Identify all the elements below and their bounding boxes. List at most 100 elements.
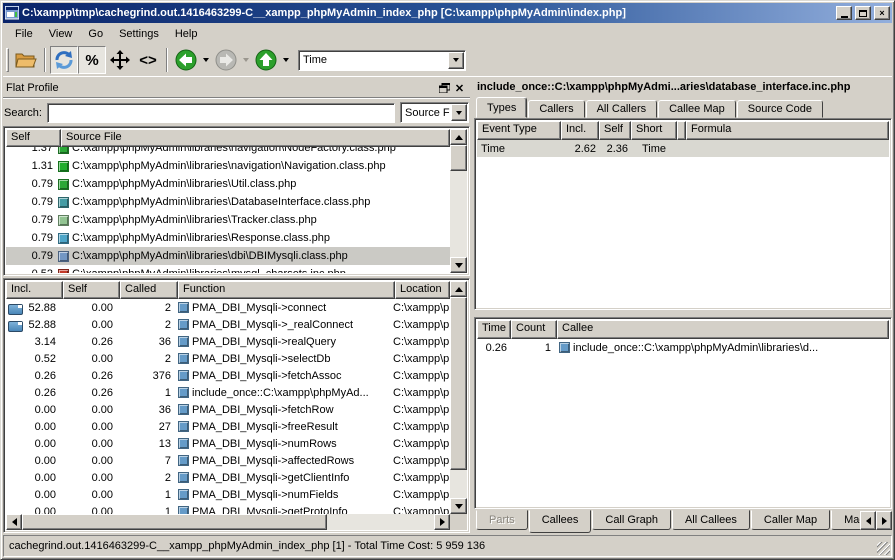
column-header-function[interactable]: Function bbox=[178, 281, 395, 299]
function-row[interactable]: 3.140.2636PMA_DBI_Mysqli->realQueryC:\xa… bbox=[6, 333, 450, 350]
function-name-cell: PMA_DBI_Mysqli->freeResult bbox=[176, 421, 393, 433]
expand-depth-button[interactable] bbox=[106, 46, 134, 74]
scroll-down-button[interactable] bbox=[450, 257, 467, 273]
column-header-incl[interactable]: Incl. bbox=[6, 281, 63, 299]
scrollbar-thumb[interactable] bbox=[22, 514, 327, 530]
scroll-down-button[interactable] bbox=[450, 498, 467, 514]
up-dropdown-arrow[interactable] bbox=[283, 58, 289, 62]
function-table-vertical-scrollbar[interactable] bbox=[450, 281, 467, 514]
float-panel-button[interactable] bbox=[437, 81, 452, 95]
menu-settings[interactable]: Settings bbox=[111, 26, 167, 42]
scroll-left-button[interactable] bbox=[6, 514, 22, 530]
tab-callers[interactable]: Callers bbox=[528, 100, 584, 118]
function-table-horizontal-scrollbar[interactable] bbox=[6, 514, 450, 530]
column-header-spacer[interactable] bbox=[677, 121, 686, 140]
function-row[interactable]: 0.000.0027PMA_DBI_Mysqli->freeResultC:\x… bbox=[6, 418, 450, 435]
column-header-short[interactable]: Short bbox=[631, 121, 677, 140]
column-header-self[interactable]: Self bbox=[599, 121, 631, 140]
function-row[interactable]: 0.000.007PMA_DBI_Mysqli->affectedRowsC:\… bbox=[6, 452, 450, 469]
source-file-row[interactable]: 0.79C:\xampp\phpMyAdmin\libraries\Util.c… bbox=[6, 175, 450, 193]
event-type-row[interactable]: Time2.622.36Time bbox=[477, 140, 889, 157]
column-header-self[interactable]: Self bbox=[6, 129, 61, 147]
title-bar[interactable]: C:\xampp\tmp\cachegrind.out.1416463299-C… bbox=[3, 3, 892, 23]
source-file-row[interactable]: 0.52C:\xampp\phpMyAdmin\libraries\mysql_… bbox=[6, 265, 450, 273]
back-button[interactable] bbox=[172, 46, 200, 74]
column-header-source-file[interactable]: Source File bbox=[61, 129, 450, 147]
menu-file[interactable]: File bbox=[7, 26, 41, 42]
tab-caller-map[interactable]: Caller Map bbox=[751, 510, 830, 530]
function-row[interactable]: 0.000.001PMA_DBI_Mysqli->getProtoInfoC:\… bbox=[6, 503, 450, 514]
column-header-called[interactable]: Called bbox=[120, 281, 178, 299]
resize-grip[interactable] bbox=[877, 542, 890, 555]
event-type-selector[interactable]: Time bbox=[298, 50, 466, 71]
column-header-incl[interactable]: Incl. bbox=[561, 121, 599, 140]
open-file-button[interactable] bbox=[12, 46, 40, 74]
column-header-self[interactable]: Self bbox=[63, 281, 120, 299]
group-dropdown-button[interactable] bbox=[451, 104, 467, 121]
menu-go[interactable]: Go bbox=[80, 26, 111, 42]
search-input[interactable] bbox=[47, 103, 395, 123]
back-dropdown-arrow[interactable] bbox=[203, 58, 209, 62]
flat-profile-dock-header[interactable]: Flat Profile ✕ bbox=[3, 79, 470, 98]
tab-callees[interactable]: Callees bbox=[529, 510, 592, 533]
column-header-time[interactable]: Time bbox=[477, 320, 511, 339]
function-row[interactable]: 0.000.001PMA_DBI_Mysqli->numFieldsC:\xam… bbox=[6, 486, 450, 503]
function-row[interactable]: 0.520.002PMA_DBI_Mysqli->selectDbC:\xamp… bbox=[6, 350, 450, 367]
source-file-list: Self Source File 1.37C:\xampp\phpMyAdmin… bbox=[3, 126, 470, 276]
close-panel-button[interactable]: ✕ bbox=[452, 81, 467, 95]
scrollbar-track[interactable] bbox=[450, 470, 467, 498]
function-row[interactable]: 52.880.002PMA_DBI_Mysqli->connectC:\xamp… bbox=[6, 299, 450, 316]
scrollbar-thumb[interactable] bbox=[450, 145, 467, 171]
menu-help[interactable]: Help bbox=[167, 26, 206, 42]
column-header-callee[interactable]: Callee bbox=[557, 320, 889, 339]
function-row[interactable]: 52.880.002PMA_DBI_Mysqli->_realConnectC:… bbox=[6, 316, 450, 333]
callee-row[interactable]: 0.261include_once::C:\xampp\phpMyAdmin\l… bbox=[477, 339, 889, 356]
scrollbar-track[interactable] bbox=[327, 514, 434, 530]
forward-dropdown-arrow[interactable] bbox=[243, 58, 249, 62]
relative-cost-button[interactable]: <> bbox=[134, 46, 162, 74]
tab-scroll-left-button[interactable] bbox=[860, 511, 876, 530]
function-row[interactable]: 0.260.26376PMA_DBI_Mysqli->fetchAssocC:\… bbox=[6, 367, 450, 384]
file-list-vertical-scrollbar[interactable] bbox=[450, 129, 467, 273]
tab-parts[interactable]: Parts bbox=[476, 510, 528, 530]
scroll-right-button[interactable] bbox=[434, 514, 450, 530]
tab-types[interactable]: Types bbox=[476, 97, 527, 118]
scrollbar-thumb[interactable] bbox=[450, 297, 467, 470]
scrollbar-track[interactable] bbox=[450, 171, 467, 257]
scroll-up-button[interactable] bbox=[450, 129, 467, 145]
minimize-button[interactable] bbox=[836, 6, 852, 20]
source-file-row[interactable]: 0.79C:\xampp\phpMyAdmin\libraries\Databa… bbox=[6, 193, 450, 211]
group-type-selector[interactable]: Source File bbox=[400, 102, 469, 123]
source-file-row[interactable]: 0.79C:\xampp\phpMyAdmin\libraries\Tracke… bbox=[6, 211, 450, 229]
maximize-button[interactable] bbox=[855, 6, 871, 20]
scroll-up-button[interactable] bbox=[450, 281, 467, 297]
tab-source-code[interactable]: Source Code bbox=[737, 100, 823, 118]
tab-all-callees[interactable]: All Callees bbox=[672, 510, 750, 530]
tab-scroll-right-button[interactable] bbox=[876, 511, 892, 530]
refresh-button[interactable] bbox=[50, 46, 78, 74]
source-file-row[interactable]: 0.79C:\xampp\phpMyAdmin\libraries\Respon… bbox=[6, 229, 450, 247]
function-row[interactable]: 0.000.0036PMA_DBI_Mysqli->fetchRowC:\xam… bbox=[6, 401, 450, 418]
percent-toggle-button[interactable]: % bbox=[78, 46, 106, 74]
function-name: PMA_DBI_Mysqli->fetchAssoc bbox=[192, 370, 341, 382]
source-file-row[interactable]: 0.79C:\xampp\phpMyAdmin\libraries\dbi\DB… bbox=[6, 247, 450, 265]
toolbar-handle[interactable] bbox=[6, 48, 9, 72]
close-button[interactable]: × bbox=[874, 6, 890, 20]
tab-callee-map[interactable]: Callee Map bbox=[658, 100, 736, 118]
column-header-location[interactable]: Location bbox=[395, 281, 450, 299]
forward-button[interactable] bbox=[212, 46, 240, 74]
right-panel-splitter[interactable] bbox=[474, 310, 892, 317]
column-header-formula[interactable]: Formula bbox=[686, 121, 889, 140]
function-row[interactable]: 0.260.261include_once::C:\xampp\phpMyAd.… bbox=[6, 384, 450, 401]
source-file-row[interactable]: 1.31C:\xampp\phpMyAdmin\libraries\naviga… bbox=[6, 157, 450, 175]
tab-all-callers[interactable]: All Callers bbox=[586, 100, 658, 118]
column-header-count[interactable]: Count bbox=[511, 320, 557, 339]
function-row[interactable]: 0.000.0013PMA_DBI_Mysqli->numRowsC:\xamp… bbox=[6, 435, 450, 452]
menu-view[interactable]: View bbox=[41, 26, 81, 42]
event-type-dropdown-button[interactable] bbox=[448, 52, 464, 69]
tab-call-graph[interactable]: Call Graph bbox=[592, 510, 671, 530]
column-header-event-type[interactable]: Event Type bbox=[477, 121, 561, 140]
up-button[interactable] bbox=[252, 46, 280, 74]
source-file-row[interactable]: 1.37C:\xampp\phpMyAdmin\libraries\naviga… bbox=[6, 147, 450, 157]
function-row[interactable]: 0.000.002PMA_DBI_Mysqli->getClientInfoC:… bbox=[6, 469, 450, 486]
